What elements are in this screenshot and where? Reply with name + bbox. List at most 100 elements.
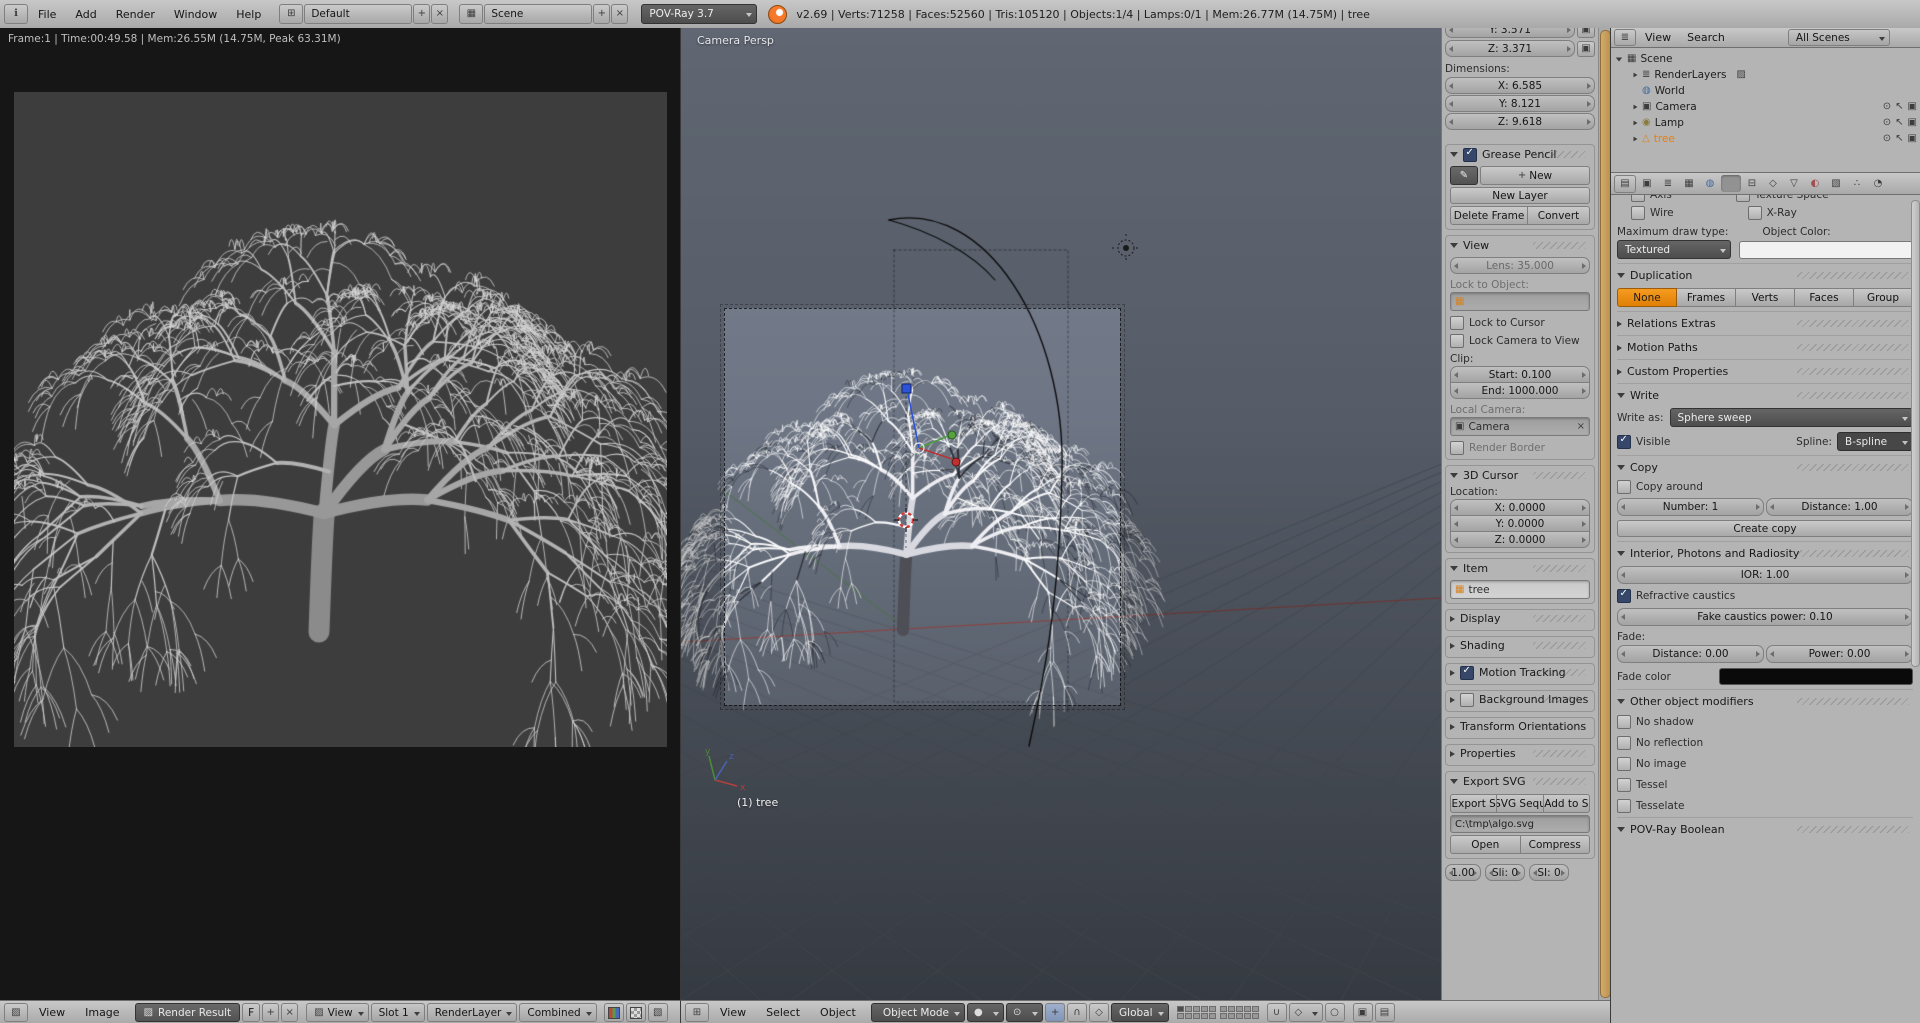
disclosure-triangle[interactable] [1634, 105, 1638, 110]
copy-around-checkbox[interactable] [1617, 480, 1631, 494]
copy-number-field[interactable]: Number: 1 [1617, 498, 1764, 516]
disclosure-triangle[interactable] [1634, 73, 1638, 78]
panel-drag-stripes[interactable] [1797, 272, 1909, 279]
draw-channels-alpha-button[interactable] [626, 1003, 646, 1022]
add-to-svg-button[interactable]: Add to S [1544, 794, 1590, 813]
lens-field[interactable]: Lens: 35.000 [1450, 257, 1590, 274]
screen-layout-icon-button[interactable]: ⊞ [279, 4, 303, 24]
properties-scrollbar-thumb[interactable] [1911, 200, 1920, 667]
lock-z-button[interactable]: ▣ [1577, 41, 1595, 57]
write-as-dropdown[interactable]: Sphere sweep [1670, 408, 1913, 427]
background-images-checkbox[interactable] [1460, 693, 1474, 707]
povray-boolean-panel-header[interactable]: POV-Ray Boolean [1617, 822, 1913, 837]
tab-physics[interactable]: ◔ [1868, 175, 1888, 192]
export-svg-panel-header[interactable]: Export SVG [1450, 774, 1590, 789]
transform-orientation-dropdown[interactable]: Global [1111, 1003, 1169, 1022]
fake-caustics-power-field[interactable]: Fake caustics power: 0.10 [1617, 608, 1913, 626]
visible-checkbox[interactable] [1617, 435, 1631, 449]
draw-channels-z-button[interactable]: ▧ [648, 1003, 668, 1022]
pivot-point-dropdown[interactable]: ⊙ [1006, 1003, 1043, 1022]
duplication-group-button[interactable]: Group [1854, 288, 1913, 307]
max-draw-type-dropdown[interactable]: Textured [1617, 240, 1731, 259]
panel-drag-stripes[interactable] [1797, 392, 1909, 399]
layer-cell[interactable] [1177, 1013, 1184, 1019]
menu-search[interactable]: Search [1680, 30, 1732, 45]
tab-data[interactable]: ▽ [1784, 175, 1804, 192]
layer-cell[interactable] [1236, 1013, 1243, 1019]
menu-render[interactable]: Render [107, 5, 164, 24]
layers-widget[interactable] [1177, 1006, 1259, 1019]
relations-extras-panel-header[interactable]: Relations Extras [1617, 316, 1913, 331]
restrict-render-icon[interactable]: ▣ [1908, 118, 1917, 128]
dimension-x-field[interactable]: X: 6.585 [1445, 77, 1595, 94]
tab-particles[interactable]: ∴ [1847, 175, 1867, 192]
viewport-shading-dropdown[interactable]: ● [967, 1003, 1004, 1022]
render-layer-dropdown[interactable]: RenderLayer [427, 1003, 518, 1022]
tesselate-checkbox[interactable] [1617, 799, 1631, 813]
tab-texture[interactable]: ▧ [1826, 175, 1846, 192]
panel-drag-stripes[interactable] [1797, 464, 1909, 471]
tab-world[interactable]: ◍ [1700, 175, 1720, 192]
cursor-y-field[interactable]: Y: 0.0000 [1450, 516, 1590, 532]
tab-object[interactable] [1721, 175, 1741, 192]
disclosure-triangle[interactable] [1634, 137, 1638, 142]
panel-drag-stripes[interactable] [1797, 698, 1909, 705]
panel-drag-stripes[interactable] [1533, 565, 1586, 572]
tab-material[interactable]: ◐ [1805, 175, 1825, 192]
layer-cell[interactable] [1193, 1006, 1200, 1012]
duplication-verts-button[interactable]: Verts [1736, 288, 1795, 307]
menu-object[interactable]: Object [811, 1003, 865, 1022]
snap-element-dropdown[interactable]: ◇ [1289, 1003, 1323, 1022]
duplication-frames-button[interactable]: Frames [1677, 288, 1736, 307]
grease-pencil-checkbox[interactable] [1463, 148, 1477, 162]
proportional-edit-button[interactable]: ○ [1325, 1003, 1345, 1022]
other-modifiers-panel-header[interactable]: Other object modifiers [1617, 694, 1913, 709]
convert-button[interactable]: Convert [1528, 206, 1590, 225]
refractive-caustics-checkbox[interactable] [1617, 589, 1631, 603]
fade-power-field[interactable]: Power: 0.00 [1766, 645, 1913, 663]
editor-type-button[interactable]: ▤ [1614, 175, 1636, 193]
new-layer-button[interactable]: New Layer [1450, 187, 1590, 204]
ior-field[interactable]: IOR: 1.00 [1617, 566, 1913, 584]
image-editor-region[interactable]: Frame:1 | Time:00:49.58 | Mem:26.55M (14… [0, 28, 680, 1000]
compress-button[interactable]: Compress [1521, 835, 1591, 854]
sli-field[interactable]: Sli: 0 [1485, 864, 1525, 881]
render-slot-dropdown[interactable]: Slot 1 [371, 1003, 425, 1022]
snap-magnet-button[interactable]: ∪ [1267, 1003, 1287, 1022]
tab-constraints[interactable]: ⊟ [1742, 175, 1762, 192]
restrict-select-icon[interactable]: ↖ [1895, 102, 1903, 112]
cursor-panel-header[interactable]: 3D Cursor [1450, 468, 1590, 483]
local-camera-field[interactable]: ▣ Camera × [1450, 417, 1590, 436]
transform-orientations-panel-header[interactable]: Transform Orientations [1450, 719, 1590, 734]
grease-source-button[interactable]: ✎ [1450, 166, 1478, 185]
layer-cell[interactable] [1252, 1013, 1259, 1019]
si-field[interactable]: SI: 0 [1529, 864, 1569, 881]
layer-cell[interactable] [1185, 1013, 1192, 1019]
menu-image[interactable]: Image [76, 1003, 128, 1022]
tessel-checkbox[interactable] [1617, 778, 1631, 792]
spline-dropdown[interactable]: B-spline [1837, 432, 1913, 451]
render-engine-dropdown[interactable]: POV-Ray 3.7 [641, 4, 757, 24]
hide-icon[interactable]: ⊙ [1883, 134, 1891, 144]
layer-cell[interactable] [1220, 1006, 1227, 1012]
scene-icon-button[interactable]: ▦ [459, 4, 483, 24]
layer-cell[interactable] [1220, 1013, 1227, 1019]
layer-cell[interactable] [1228, 1006, 1235, 1012]
layer-cell[interactable] [1244, 1006, 1251, 1012]
restrict-select-icon[interactable]: ↖ [1895, 134, 1903, 144]
scene-add-button[interactable]: + [593, 4, 610, 24]
dimension-z-field[interactable]: Z: 9.618 [1445, 113, 1595, 130]
render-opengl-button[interactable]: ▣ [1353, 1003, 1373, 1022]
panel-drag-stripes[interactable] [1797, 368, 1909, 375]
tab-scene[interactable]: ▦ [1679, 175, 1699, 192]
menu-file[interactable]: File [29, 5, 65, 24]
outliner-item-camera[interactable]: ▣ Camera ⊙ ↖ ▣ [1615, 99, 1917, 115]
screen-add-button[interactable]: + [413, 4, 430, 24]
close-icon[interactable]: × [1577, 422, 1585, 432]
grease-pencil-panel-header[interactable]: Grease Pencil [1450, 147, 1590, 162]
menu-view[interactable]: View [30, 1003, 74, 1022]
tab-modifiers[interactable]: ◇ [1763, 175, 1783, 192]
menu-view[interactable]: View [1638, 30, 1678, 45]
object-color-swatch[interactable] [1739, 241, 1913, 259]
editor-type-button[interactable]: ≣ [1614, 29, 1636, 46]
